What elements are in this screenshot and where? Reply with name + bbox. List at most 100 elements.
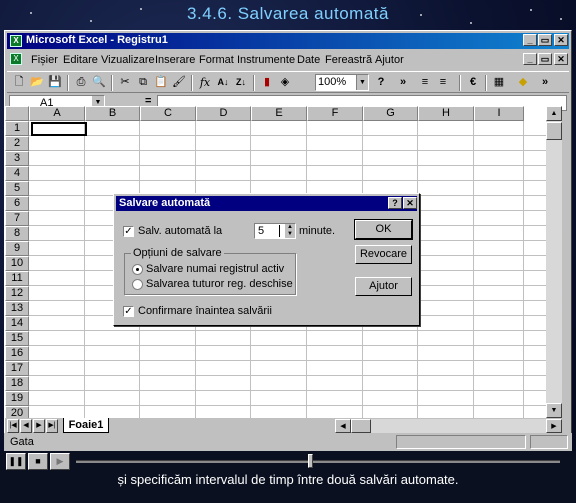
dialog-help-button[interactable]: ? bbox=[388, 197, 402, 209]
radio-all-workbooks[interactable] bbox=[132, 279, 143, 290]
scroll-right-icon[interactable]: ▶ bbox=[546, 419, 562, 433]
last-sheet-icon[interactable]: ▶| bbox=[46, 419, 58, 433]
confirm-checkbox[interactable]: ✓ bbox=[123, 306, 134, 317]
sort-ascending-icon[interactable]: A↓ bbox=[215, 75, 231, 90]
row-header[interactable]: 19 bbox=[5, 391, 29, 406]
help-button[interactable]: Ajutor bbox=[355, 277, 412, 296]
scroll-left-icon[interactable]: ◀ bbox=[335, 419, 351, 433]
column-header[interactable]: H bbox=[418, 106, 474, 121]
menu-format[interactable]: Format bbox=[199, 54, 234, 66]
workbook-icon[interactable]: X bbox=[10, 53, 22, 65]
more-buttons-icon-2[interactable]: » bbox=[537, 75, 553, 90]
row-header[interactable]: 1 bbox=[5, 121, 29, 136]
row-header[interactable]: 6 bbox=[5, 196, 29, 211]
row-header[interactable]: 20 bbox=[5, 406, 29, 418]
menu-insert[interactable]: Inserare bbox=[155, 54, 195, 66]
select-all-corner[interactable] bbox=[5, 106, 29, 121]
close-button[interactable]: ✕ bbox=[554, 34, 568, 46]
column-header[interactable]: A bbox=[29, 106, 85, 121]
spin-up-icon[interactable]: ▲ bbox=[285, 224, 295, 231]
seek-track[interactable] bbox=[76, 460, 560, 463]
play-icon[interactable]: ▶ bbox=[50, 453, 70, 470]
new-icon[interactable]: 🗋 bbox=[11, 75, 27, 90]
row-header[interactable]: 16 bbox=[5, 346, 29, 361]
column-header[interactable]: F bbox=[307, 106, 363, 121]
autosave-checkbox[interactable]: ✓ bbox=[123, 226, 134, 237]
option-active-label[interactable]: Salvare numai registrul activ bbox=[146, 263, 284, 275]
row-header[interactable]: 4 bbox=[5, 166, 29, 181]
function-icon[interactable]: fx bbox=[197, 75, 213, 90]
row-header[interactable]: 3 bbox=[5, 151, 29, 166]
sheet-tab-foaie1[interactable]: Foaie1 bbox=[63, 418, 109, 433]
row-header[interactable]: 12 bbox=[5, 286, 29, 301]
row-header[interactable]: 8 bbox=[5, 226, 29, 241]
row-header[interactable]: 10 bbox=[5, 256, 29, 271]
menu-edit[interactable]: Editare bbox=[63, 54, 98, 66]
ok-button[interactable]: OK bbox=[354, 219, 413, 240]
column-header[interactable]: D bbox=[196, 106, 251, 121]
column-header[interactable]: C bbox=[140, 106, 196, 121]
borders-icon[interactable]: ▦ bbox=[491, 75, 507, 90]
row-header[interactable]: 11 bbox=[5, 271, 29, 286]
scroll-down-icon[interactable]: ▼ bbox=[546, 403, 562, 418]
row-header[interactable]: 5 bbox=[5, 181, 29, 196]
copy-icon[interactable]: ⧉ bbox=[135, 75, 151, 90]
option-all-label[interactable]: Salvarea tuturor reg. deschise bbox=[146, 278, 293, 290]
open-icon[interactable]: 📂 bbox=[29, 75, 45, 90]
column-header[interactable]: B bbox=[85, 106, 140, 121]
sort-descending-icon[interactable]: Z↓ bbox=[233, 75, 249, 90]
spin-down-icon[interactable]: ▼ bbox=[285, 231, 295, 238]
doc-close-button[interactable]: ✕ bbox=[554, 53, 568, 65]
fill-color-icon[interactable]: ◆ bbox=[515, 75, 531, 90]
align-left-icon[interactable]: ≡ bbox=[417, 75, 433, 90]
row-header[interactable]: 2 bbox=[5, 136, 29, 151]
column-header[interactable]: G bbox=[363, 106, 418, 121]
vertical-scrollbar[interactable]: ▲ ▼ bbox=[546, 106, 562, 418]
row-header[interactable]: 9 bbox=[5, 241, 29, 256]
menu-window[interactable]: Fereastră bbox=[325, 54, 372, 66]
format-painter-icon[interactable]: 🖌 bbox=[171, 75, 187, 90]
print-preview-icon[interactable]: 🔍 bbox=[91, 75, 107, 90]
align-center-icon[interactable]: ≡ bbox=[435, 75, 451, 90]
active-cell[interactable] bbox=[31, 122, 87, 136]
next-sheet-icon[interactable]: ▶ bbox=[33, 419, 45, 433]
chart-wizard-icon[interactable]: ▮ bbox=[259, 75, 275, 90]
column-header[interactable]: I bbox=[474, 106, 524, 121]
menu-view[interactable]: Vizualizare bbox=[101, 54, 155, 66]
row-header[interactable]: 13 bbox=[5, 301, 29, 316]
zoom-select[interactable]: 100% ▼ bbox=[315, 74, 369, 91]
scroll-up-icon[interactable]: ▲ bbox=[546, 106, 562, 121]
paste-icon[interactable]: 📋 bbox=[153, 75, 169, 90]
save-icon[interactable]: 💾 bbox=[47, 75, 63, 90]
menu-data[interactable]: Date bbox=[297, 54, 320, 66]
prev-sheet-icon[interactable]: ◀ bbox=[20, 419, 32, 433]
print-icon[interactable]: ⎙ bbox=[73, 75, 89, 90]
more-buttons-icon[interactable]: » bbox=[395, 75, 411, 90]
cancel-button[interactable]: Revocare bbox=[355, 245, 412, 264]
row-header[interactable]: 15 bbox=[5, 331, 29, 346]
menu-file[interactable]: Fișier bbox=[31, 54, 58, 66]
seek-thumb[interactable] bbox=[308, 454, 313, 468]
stop-icon[interactable]: ■ bbox=[28, 453, 48, 470]
minutes-input[interactable]: 5 ▲ ▼ bbox=[254, 223, 296, 239]
drawing-icon[interactable]: ◈ bbox=[277, 75, 293, 90]
doc-restore-button[interactable]: ▭ bbox=[538, 53, 552, 65]
dialog-close-button[interactable]: ✕ bbox=[403, 197, 417, 209]
chevron-down-icon[interactable]: ▼ bbox=[356, 75, 368, 90]
radio-active-workbook[interactable] bbox=[132, 264, 143, 275]
first-sheet-icon[interactable]: |◀ bbox=[7, 419, 19, 433]
column-header[interactable]: E bbox=[251, 106, 307, 121]
pause-icon[interactable]: ❚❚ bbox=[6, 453, 26, 470]
doc-minimize-button[interactable]: _ bbox=[523, 53, 537, 65]
horizontal-scrollbar[interactable]: ◀ ▶ bbox=[335, 419, 562, 433]
cut-icon[interactable]: ✂ bbox=[117, 75, 133, 90]
row-header[interactable]: 17 bbox=[5, 361, 29, 376]
row-header[interactable]: 7 bbox=[5, 211, 29, 226]
help-icon[interactable]: ? bbox=[373, 75, 389, 90]
restore-button[interactable]: ▭ bbox=[538, 34, 552, 46]
euro-icon[interactable]: € bbox=[465, 75, 481, 90]
menu-tools[interactable]: Instrumente bbox=[237, 54, 295, 66]
row-header[interactable]: 14 bbox=[5, 316, 29, 331]
hscroll-thumb[interactable] bbox=[351, 419, 371, 433]
row-header[interactable]: 18 bbox=[5, 376, 29, 391]
